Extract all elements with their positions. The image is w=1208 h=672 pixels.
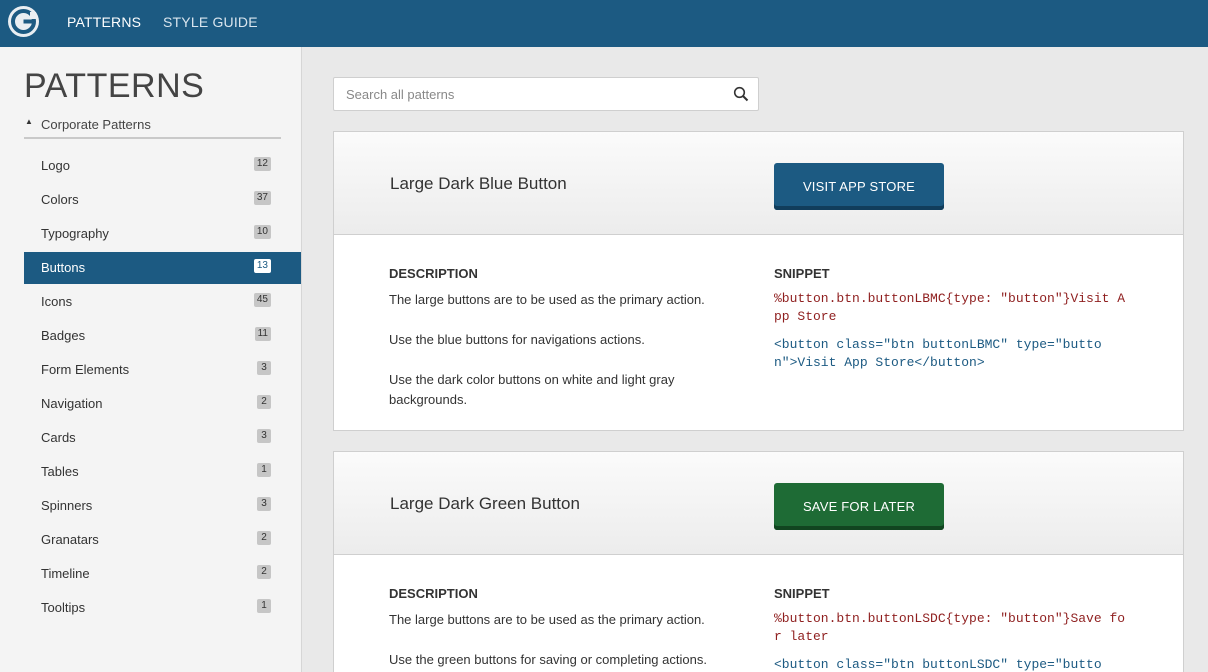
count-badge: 3 [257, 497, 271, 511]
description-heading: DESCRIPTION [389, 266, 478, 281]
count-badge: 11 [254, 327, 271, 341]
sidebar-item-label: Buttons [41, 260, 86, 275]
save-for-later-button[interactable]: SAVE FOR LATER [774, 483, 944, 530]
snippet-haml[interactable]: %button.btn.buttonLBMC{type: "button"}Vi… [774, 290, 1134, 326]
sidebar-item-cards[interactable]: Cards 3 [24, 422, 301, 454]
count-badge: 3 [257, 429, 271, 443]
description-text: The large buttons are to be used as the … [389, 612, 705, 627]
count-badge: 10 [253, 225, 271, 239]
snippet-heading: SNIPPET [774, 266, 830, 281]
sidebar-item-label: Granatars [41, 532, 99, 547]
count-badge: 2 [257, 565, 271, 579]
sidebar-item-label: Colors [41, 192, 79, 207]
sidebar-item-label: Spinners [41, 498, 93, 513]
count-badge: 3 [257, 361, 271, 375]
sidebar-item-typography[interactable]: Typography 10 [24, 218, 301, 250]
count-badge: 12 [253, 157, 271, 171]
snippet-haml[interactable]: %button.btn.buttonLSDC{type: "button"}Sa… [774, 610, 1134, 646]
sidebar-item-form-elements[interactable]: Form Elements 3 [24, 354, 301, 386]
sidebar-item-badges[interactable]: Badges 11 [24, 320, 301, 352]
topnav-patterns[interactable]: PATTERNS [67, 0, 141, 47]
count-badge: 2 [257, 395, 271, 409]
sidebar-item-label: Badges [41, 328, 86, 343]
sidebar-item-icons[interactable]: Icons 45 [24, 286, 301, 318]
card-header: Large Dark Green Button SAVE FOR LATER [334, 452, 1183, 555]
sidebar-item-granatars[interactable]: Granatars 2 [24, 524, 301, 556]
snippet-html[interactable]: <button class="btn buttonLBMC" type="but… [774, 336, 1134, 372]
description-text: Use the dark color buttons on white and … [389, 372, 675, 407]
sidebar-item-logo[interactable]: Logo 12 [24, 150, 301, 182]
snippet-heading: SNIPPET [774, 586, 830, 601]
collapse-triangle-icon: ▲ [25, 117, 33, 126]
search-box [333, 77, 759, 111]
sidebar: PATTERNS ▲ Corporate Patterns Logo 12 Co… [0, 47, 302, 672]
sidebar-item-label: Logo [41, 158, 70, 173]
search-input[interactable] [334, 78, 724, 110]
card-header: Large Dark Blue Button VISIT APP STORE [334, 132, 1183, 235]
sidebar-item-tables[interactable]: Tables 1 [24, 456, 301, 488]
group-corporate-patterns[interactable]: ▲ Corporate Patterns [24, 115, 281, 139]
sidebar-item-label: Tooltips [41, 600, 86, 615]
description-text: Use the blue buttons for navigations act… [389, 332, 645, 347]
count-badge: 13 [253, 259, 271, 273]
sidebar-item-label: Navigation [41, 396, 103, 411]
card-title: Large Dark Blue Button [390, 174, 567, 193]
description-heading: DESCRIPTION [389, 586, 478, 601]
card-title: Large Dark Green Button [390, 494, 580, 513]
logo-icon[interactable] [8, 6, 39, 37]
pattern-card-large-dark-green-button: Large Dark Green Button SAVE FOR LATER D… [333, 451, 1184, 672]
sidebar-item-tooltips[interactable]: Tooltips 1 [24, 592, 301, 624]
sidebar-item-buttons[interactable]: Buttons 13 [24, 252, 301, 284]
sidebar-item-label: Timeline [41, 566, 90, 581]
sidebar-item-label: Cards [41, 430, 76, 445]
sidebar-title: PATTERNS [24, 67, 205, 105]
count-badge: 45 [253, 293, 271, 307]
pattern-card-large-dark-blue-button: Large Dark Blue Button VISIT APP STORE D… [333, 131, 1184, 431]
description-text: The large buttons are to be used as the … [389, 292, 705, 307]
search-icon[interactable] [733, 86, 749, 102]
sidebar-item-label: Form Elements [41, 362, 130, 377]
count-badge: 37 [253, 191, 271, 205]
group-label: Corporate Patterns [41, 117, 151, 132]
topnav-style-guide[interactable]: STYLE GUIDE [163, 0, 258, 47]
visit-app-store-button[interactable]: VISIT APP STORE [774, 163, 944, 210]
count-badge: 1 [257, 599, 271, 613]
sidebar-item-spinners[interactable]: Spinners 3 [24, 490, 301, 522]
sidebar-item-timeline[interactable]: Timeline 2 [24, 558, 301, 590]
count-badge: 1 [257, 463, 271, 477]
sidebar-item-label: Icons [41, 294, 73, 309]
snippet-html[interactable]: <button class="btn buttonLSDC" type="but… [774, 656, 1134, 672]
sidebar-item-label: Typography [41, 226, 109, 241]
count-badge: 2 [257, 531, 271, 545]
top-navigation-bar: PATTERNS STYLE GUIDE [0, 0, 1208, 47]
sidebar-item-label: Tables [41, 464, 79, 479]
description-text: Use the green buttons for saving or comp… [389, 652, 707, 667]
sidebar-item-colors[interactable]: Colors 37 [24, 184, 301, 216]
sidebar-item-navigation[interactable]: Navigation 2 [24, 388, 301, 420]
